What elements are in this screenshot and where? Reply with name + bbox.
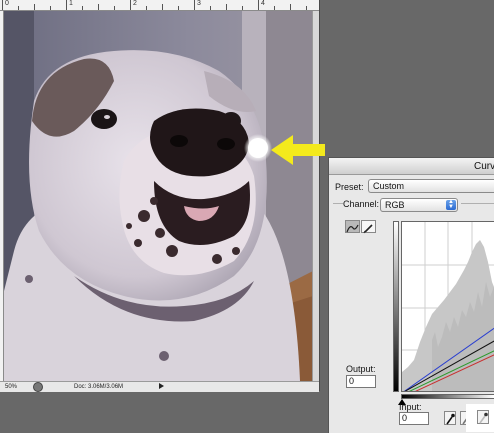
status-menu-arrow-icon[interactable]: [159, 383, 164, 389]
output-value: 0: [349, 376, 355, 386]
curves-dialog: Curv Preset: Custom Channel: RGB ▲ ▼ Out…: [328, 157, 494, 433]
navigator-icon[interactable]: [33, 382, 43, 392]
yellow-arrow-icon: [271, 135, 325, 165]
input-value: 0: [402, 413, 408, 423]
dialog-title: Curv: [474, 161, 494, 172]
output-label: Output:: [346, 364, 376, 374]
ruler-number: 3: [197, 0, 201, 7]
ruler-number: 4: [261, 0, 265, 7]
pencil-tool-button[interactable]: [361, 220, 376, 234]
zoom-level[interactable]: 50%: [5, 383, 17, 391]
doc-size-info: Doc: 3.06M/3.06M: [74, 384, 124, 390]
chevron-updown-icon: ▲ ▼: [446, 199, 456, 210]
black-eyedropper-icon: [446, 413, 455, 425]
ruler-number: 1: [69, 0, 73, 7]
group-divider: [333, 203, 343, 204]
pencil-tool-icon: [363, 224, 373, 234]
vertical-scrollbar[interactable]: [312, 11, 319, 381]
status-bar: 50% Doc: 3.06M/3.06M: [0, 381, 319, 392]
black-eyedropper-button[interactable]: [444, 411, 456, 425]
curves-graph[interactable]: [401, 221, 494, 392]
input-label: Input:: [399, 402, 422, 412]
output-field[interactable]: 0: [346, 375, 376, 388]
input-field[interactable]: 0: [399, 412, 429, 425]
channel-select[interactable]: RGB ▲ ▼: [380, 198, 458, 212]
preset-label: Preset:: [335, 182, 364, 192]
white-eyedropper-button-highlighted[interactable]: [477, 410, 489, 424]
curve-tool-button[interactable]: [345, 220, 360, 233]
channel-value: RGB: [385, 200, 405, 210]
bulldog-photo[interactable]: [4, 11, 313, 381]
curve-tool-icon: [346, 224, 359, 233]
output-gradient-bar: [393, 221, 399, 392]
preset-select[interactable]: Custom: [368, 179, 494, 193]
dialog-titlebar[interactable]: Curv: [329, 158, 494, 175]
ruler-number: 0: [5, 0, 9, 7]
group-divider: [461, 203, 494, 204]
channel-label: Channel:: [343, 199, 380, 209]
input-gradient-bar: [401, 394, 494, 399]
preset-value: Custom: [373, 181, 405, 191]
ruler-number: 2: [133, 0, 137, 7]
document-window: 0 1 2 3 4 50% Doc: 3.06M/3.06M: [0, 0, 320, 392]
horizontal-ruler: 0 1 2 3 4: [0, 0, 319, 11]
white-eyedropper-icon: [479, 412, 488, 424]
